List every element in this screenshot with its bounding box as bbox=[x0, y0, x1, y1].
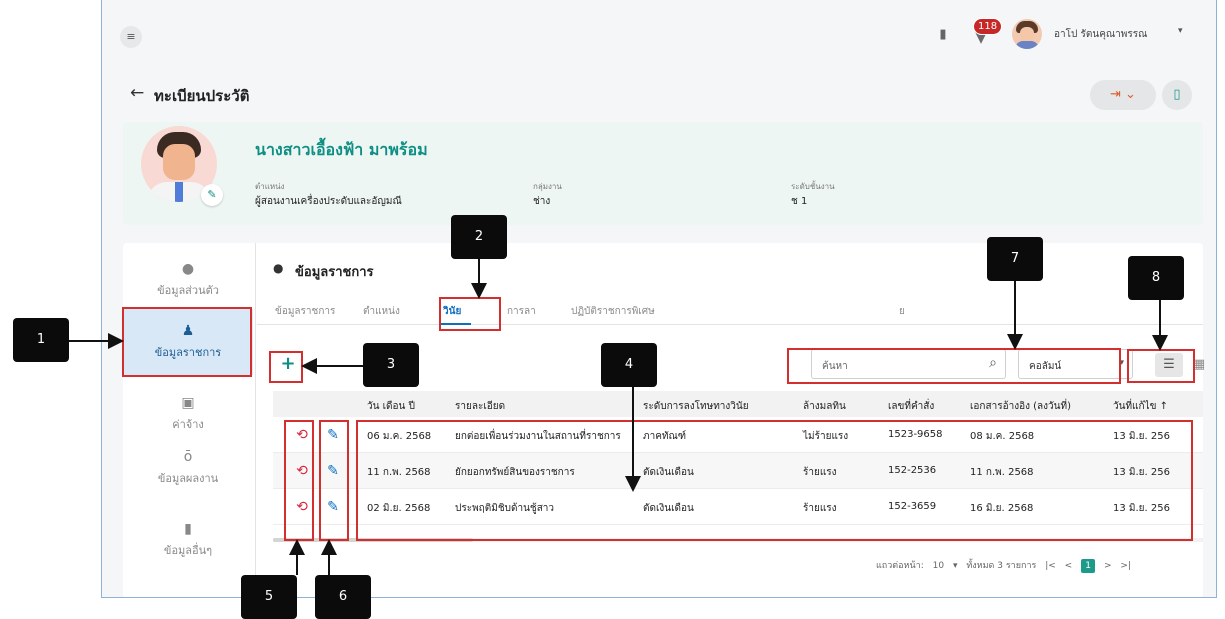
annotation-arrows bbox=[69, 259, 1168, 575]
